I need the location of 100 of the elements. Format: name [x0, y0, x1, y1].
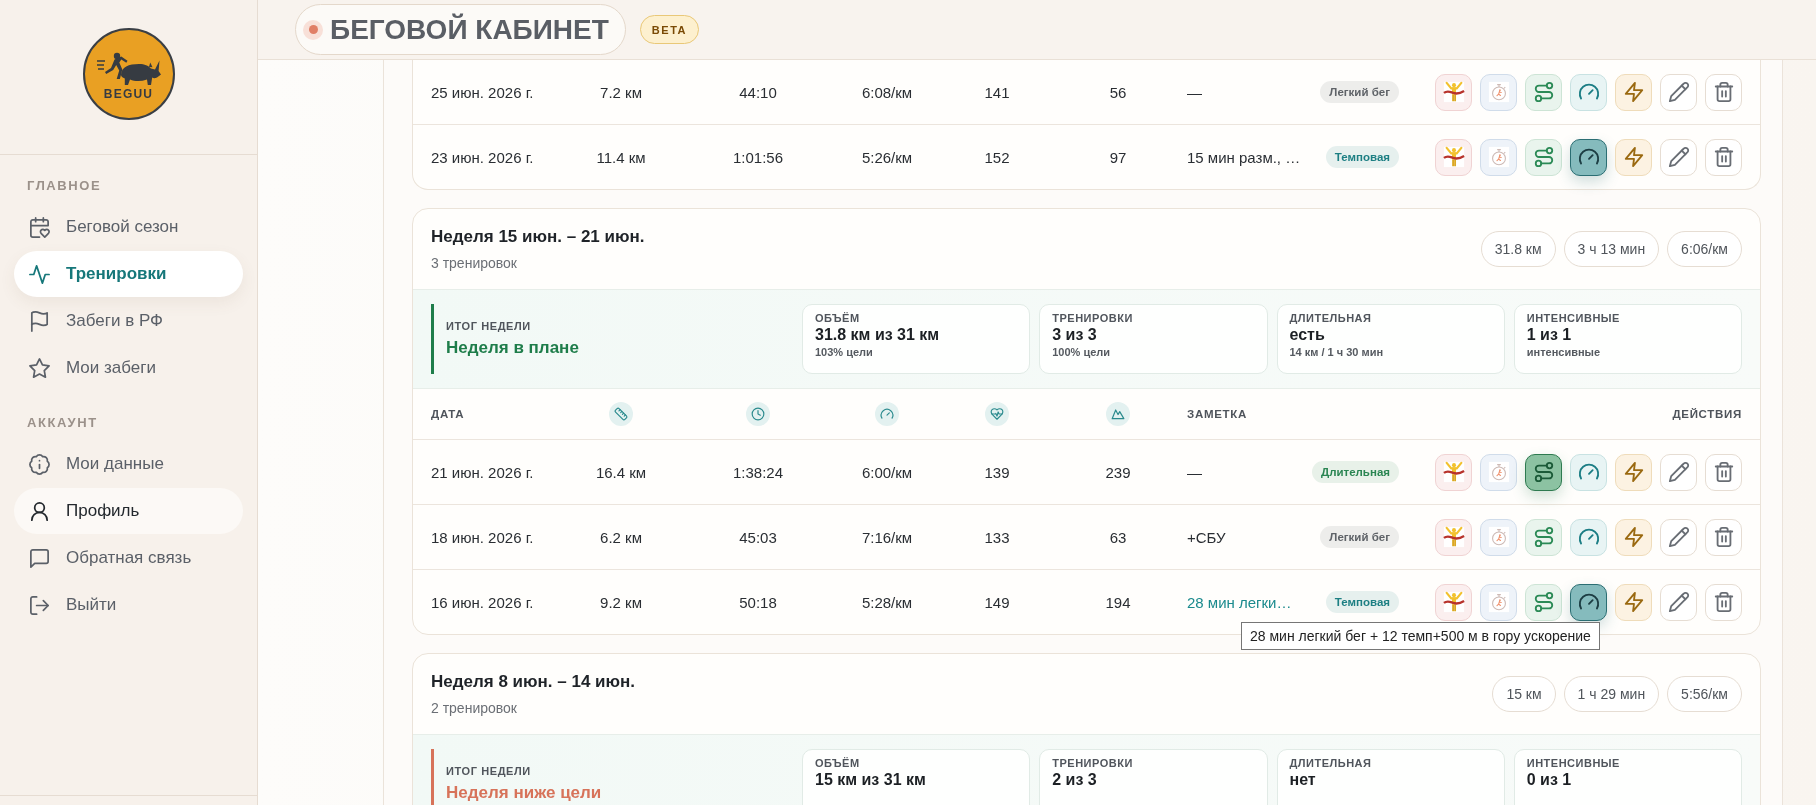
- gauge-button[interactable]: [1570, 138, 1607, 176]
- metric-value: 31.8 км из 31 км: [815, 325, 941, 345]
- stat-pill: 15 км: [1492, 676, 1556, 712]
- clock-icon: [746, 402, 770, 426]
- finish-button[interactable]: [1435, 583, 1472, 621]
- workout-date: 16 июн. 2026 г.: [431, 593, 534, 611]
- lightning-icon: [1622, 146, 1645, 168]
- delete-button[interactable]: [1705, 518, 1742, 556]
- pencil-icon: [1667, 146, 1690, 168]
- metric-note: интенсивные: [1526, 345, 1602, 359]
- ruler-icon: [609, 402, 633, 426]
- app-title: БЕГОВОЙ КАБИНЕТ: [330, 13, 609, 46]
- note-text: 28 мин легки…: [1187, 593, 1292, 611]
- finish-button[interactable]: [1435, 73, 1472, 111]
- trash-icon: [1712, 81, 1735, 103]
- heart-rate-value: 152: [984, 148, 1010, 166]
- nav-item[interactable]: Тренировки: [14, 251, 243, 297]
- bolt-button[interactable]: [1615, 518, 1652, 556]
- pencil-icon: [1667, 461, 1690, 483]
- metric-value: 2 из 3: [1052, 770, 1098, 790]
- workout-type-tag: Темповая: [1325, 591, 1399, 613]
- nav-item[interactable]: Выйти: [14, 582, 243, 628]
- edit-button[interactable]: [1660, 518, 1697, 556]
- note-text: —: [1187, 83, 1202, 101]
- metric-note: 103% цели: [815, 345, 874, 359]
- route-icon: [1532, 146, 1555, 168]
- column-header: ДАТА: [431, 408, 466, 420]
- gauge-button[interactable]: [1570, 583, 1607, 621]
- heart-rate-value: 139: [984, 463, 1010, 481]
- delete-button[interactable]: [1705, 138, 1742, 176]
- nav-section-title: АККАУНТ: [26, 415, 99, 431]
- pulse-line-icon: [28, 262, 51, 286]
- route-button[interactable]: [1525, 453, 1562, 491]
- metric-label: ОБЪЁМ: [815, 756, 861, 770]
- workout-type-tag: Легкий бег: [1320, 526, 1399, 548]
- distance-value: 7.2 км: [600, 83, 642, 101]
- info-badge-icon: [28, 452, 51, 476]
- edit-button[interactable]: [1660, 453, 1697, 491]
- lightning-icon: [1622, 591, 1645, 613]
- edit-button[interactable]: [1660, 583, 1697, 621]
- note-tooltip: 28 мин легкий бег + 12 темп+500 м в гору ускорение: [1241, 622, 1600, 650]
- bolt-button[interactable]: [1615, 453, 1652, 491]
- pencil-icon: [1667, 81, 1690, 103]
- route-icon: [1532, 591, 1555, 613]
- pencil-icon: [1667, 526, 1690, 548]
- duration-value: 50:18: [739, 593, 777, 611]
- metric-value: 1 из 1: [1526, 325, 1573, 345]
- nav-item[interactable]: Мои данные: [14, 441, 243, 487]
- pace-value: 6:00/км: [861, 463, 913, 481]
- bolt-button[interactable]: [1615, 583, 1652, 621]
- workout-type-tag: Темповая: [1325, 146, 1399, 168]
- logo-text: BEGUU: [103, 87, 154, 101]
- distance-value: 16.4 км: [595, 463, 647, 481]
- metric-label: ДЛИТЕЛЬНАЯ: [1289, 756, 1373, 770]
- status-text: Неделя ниже цели: [446, 782, 603, 804]
- delete-button[interactable]: [1705, 73, 1742, 111]
- distance-value: 6.2 км: [600, 528, 642, 546]
- elevation-value: 97: [1109, 148, 1127, 166]
- lightning-icon: [1622, 81, 1645, 103]
- workout-date: 25 июн. 2026 г.: [431, 83, 534, 101]
- metric-note: 100% цели: [1052, 345, 1112, 359]
- edit-button[interactable]: [1660, 73, 1697, 111]
- nav-item[interactable]: Профиль: [14, 488, 243, 534]
- bolt-button[interactable]: [1615, 138, 1652, 176]
- metric-value: 0 из 1: [1526, 770, 1573, 790]
- workout-date: 21 июн. 2026 г.: [431, 463, 534, 481]
- nav-item[interactable]: Беговой сезон: [14, 204, 243, 250]
- note-text: 15 мин разм., …: [1187, 148, 1301, 166]
- bolt-button[interactable]: [1615, 73, 1652, 111]
- column-header: ЗАМЕТКА: [1186, 408, 1248, 420]
- finish-button[interactable]: [1435, 518, 1472, 556]
- nav-item[interactable]: Обратная связь: [14, 535, 243, 581]
- finish-runner-icon: [1442, 461, 1465, 483]
- metric-label: ТРЕНИРОВКИ: [1052, 756, 1134, 770]
- route-icon: [1532, 81, 1555, 103]
- metric-note: 14 км / 1 ч 30 мин: [1289, 345, 1385, 359]
- nav-item[interactable]: Мои забеги: [14, 345, 243, 391]
- heart-rate-value: 149: [984, 593, 1010, 611]
- stopwatch-icon: [1487, 146, 1510, 168]
- finish-button[interactable]: [1435, 453, 1472, 491]
- elevation-value: 63: [1109, 528, 1127, 546]
- distance-value: 9.2 км: [600, 593, 642, 611]
- nav-item[interactable]: Забеги в РФ: [14, 298, 243, 344]
- delete-button[interactable]: [1705, 453, 1742, 491]
- week-title: Неделя 8 июн. – 14 июн.: [431, 671, 636, 693]
- metric-label: ИНТЕНСИВНЫЕ: [1526, 756, 1621, 770]
- pace-value: 6:08/км: [861, 83, 913, 101]
- workout-date: 18 июн. 2026 г.: [431, 528, 534, 546]
- trash-icon: [1712, 526, 1735, 548]
- stat-pill: 1 ч 29 мин: [1563, 676, 1660, 712]
- gauge-icon: [875, 402, 899, 426]
- edit-button[interactable]: [1660, 138, 1697, 176]
- chat-bubble-icon: [28, 546, 51, 570]
- metric-label: ДЛИТЕЛЬНАЯ: [1289, 311, 1373, 325]
- duration-value: 44:10: [739, 83, 777, 101]
- delete-button[interactable]: [1705, 583, 1742, 621]
- heart-rate-value: 133: [984, 528, 1010, 546]
- stat-pill: 5:56/км: [1667, 676, 1742, 712]
- stat-pill: 6:06/км: [1667, 231, 1742, 267]
- finish-button[interactable]: [1435, 138, 1472, 176]
